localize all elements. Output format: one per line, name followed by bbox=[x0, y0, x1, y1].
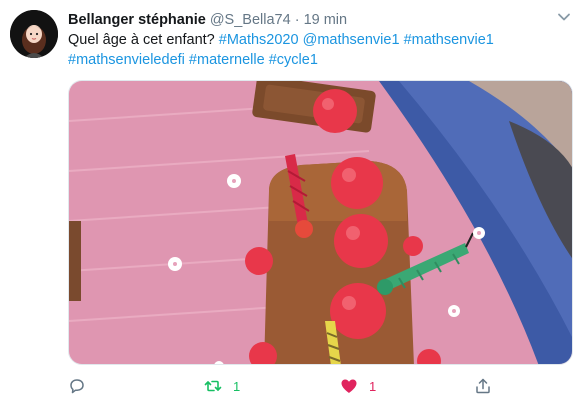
separator-dot: · bbox=[294, 12, 300, 28]
hashtag-link[interactable]: #cycle1 bbox=[269, 52, 318, 68]
heart-icon bbox=[341, 379, 357, 393]
retweet-icon bbox=[204, 380, 222, 392]
tweet-header: Bellanger stéphanie @S_Bella74 · 19 min bbox=[68, 11, 347, 29]
hashtag-link[interactable]: #mathsenvie1 bbox=[404, 32, 494, 48]
tweet-card[interactable]: Bellanger stéphanie @S_Bella74 · 19 min … bbox=[0, 0, 583, 401]
tweet-timestamp[interactable]: 19 min bbox=[304, 12, 348, 28]
tweet-text: Quel âge à cet enfant? #Maths2020 @maths… bbox=[68, 31, 568, 70]
tweet-text-body: Quel âge à cet enfant? bbox=[68, 32, 219, 48]
hashtag-link[interactable]: #maternelle bbox=[189, 52, 265, 68]
reply-button[interactable] bbox=[68, 375, 86, 397]
avatar[interactable] bbox=[10, 10, 58, 58]
like-count: 1 bbox=[369, 378, 377, 394]
tweet-photo[interactable] bbox=[68, 80, 573, 365]
share-icon bbox=[476, 378, 490, 394]
cake-photo bbox=[69, 81, 572, 364]
hashtag-link[interactable]: #Maths2020 bbox=[219, 32, 299, 48]
author-handle[interactable]: @S_Bella74 bbox=[210, 12, 291, 28]
tweet-actions: 1 1 bbox=[68, 375, 573, 397]
retweet-count: 1 bbox=[233, 378, 241, 394]
mention-link[interactable]: @mathsenvie1 bbox=[303, 32, 400, 48]
author-name[interactable]: Bellanger stéphanie bbox=[68, 12, 206, 28]
hashtag-link[interactable]: #mathsenvieledefi bbox=[68, 52, 185, 68]
share-button[interactable] bbox=[474, 375, 492, 397]
retweet-button[interactable]: 1 bbox=[204, 375, 240, 397]
like-button[interactable]: 1 bbox=[340, 375, 376, 397]
chevron-down-icon[interactable] bbox=[557, 10, 571, 24]
comment-icon bbox=[70, 379, 84, 394]
